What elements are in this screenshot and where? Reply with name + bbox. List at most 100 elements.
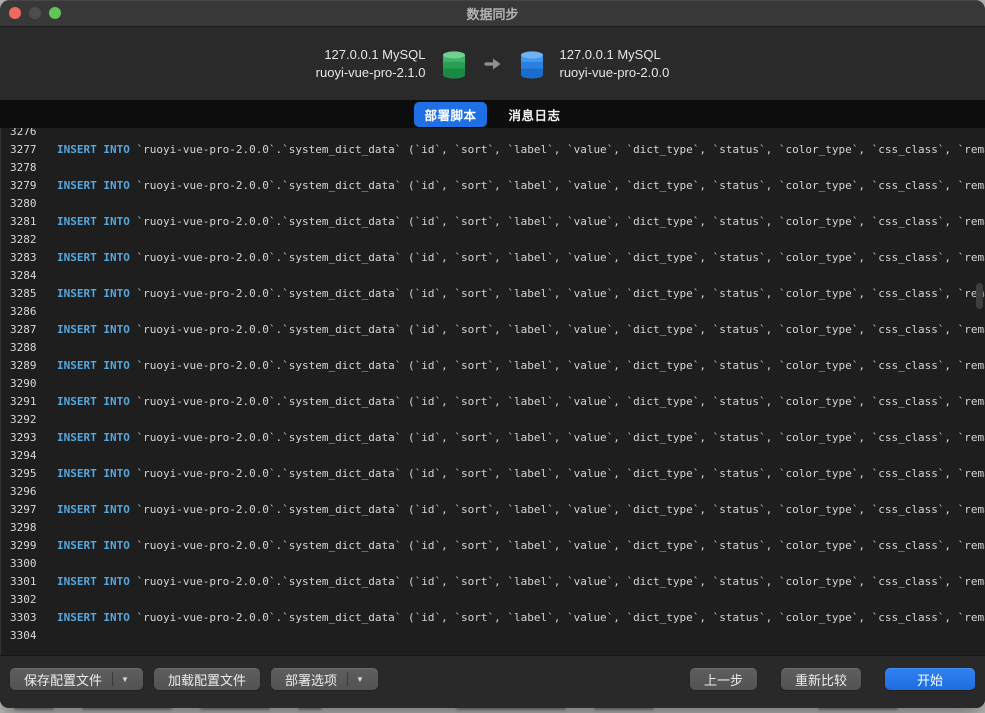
line-number: 3285 <box>1 285 41 303</box>
line-number: 3295 <box>1 465 41 483</box>
sql-statement: INSERT INTO `ruoyi-vue-pro-2.0.0`.`syste… <box>41 143 985 156</box>
start-label: 开始 <box>917 670 943 689</box>
sql-statement: INSERT INTO `ruoyi-vue-pro-2.0.0`.`syste… <box>41 215 985 228</box>
line-number: 3291 <box>1 393 41 411</box>
code-line: 3289INSERT INTO `ruoyi-vue-pro-2.0.0`.`s… <box>1 357 985 375</box>
code-line: 3303INSERT INTO `ruoyi-vue-pro-2.0.0`.`s… <box>1 609 985 627</box>
code-line: 3290 <box>1 375 985 393</box>
line-number: 3301 <box>1 573 41 591</box>
data-sync-window: 数据同步 127.0.0.1 MySQL ruoyi-vue-pro-2.1.0 <box>0 0 985 708</box>
code-line: 3300 <box>1 555 985 573</box>
code-line: 3281INSERT INTO `ruoyi-vue-pro-2.0.0`.`s… <box>1 213 985 231</box>
line-number: 3283 <box>1 249 41 267</box>
sql-statement: INSERT INTO `ruoyi-vue-pro-2.0.0`.`syste… <box>41 287 985 300</box>
tab-message-log[interactable]: 消息日志 <box>499 102 571 127</box>
line-number: 3294 <box>1 447 41 465</box>
code-line: 3294 <box>1 447 985 465</box>
line-number: 3286 <box>1 303 41 321</box>
database-blue-icon <box>517 48 547 80</box>
database-green-icon <box>439 48 469 80</box>
sql-statement: INSERT INTO `ruoyi-vue-pro-2.0.0`.`syste… <box>41 323 985 336</box>
load-config-button[interactable]: 加载配置文件 <box>154 668 260 690</box>
sql-statement: INSERT INTO `ruoyi-vue-pro-2.0.0`.`syste… <box>41 467 985 480</box>
close-window-icon[interactable] <box>9 7 21 19</box>
code-line: 3293INSERT INTO `ruoyi-vue-pro-2.0.0`.`s… <box>1 429 985 447</box>
line-number: 3304 <box>1 627 41 645</box>
code-line: 3277INSERT INTO `ruoyi-vue-pro-2.0.0`.`s… <box>1 141 985 159</box>
code-line: 3278 <box>1 159 985 177</box>
code-line: 3284 <box>1 267 985 285</box>
vertical-scrollbar[interactable] <box>976 283 983 309</box>
code-line: 3296 <box>1 483 985 501</box>
sql-statement: INSERT INTO `ruoyi-vue-pro-2.0.0`.`syste… <box>41 359 985 372</box>
line-number: 3297 <box>1 501 41 519</box>
target-connection: 127.0.0.1 MySQL ruoyi-vue-pro-2.0.0 <box>560 46 670 82</box>
sql-statement: INSERT INTO `ruoyi-vue-pro-2.0.0`.`syste… <box>41 179 985 192</box>
previous-step-button[interactable]: 上一步 <box>690 668 757 690</box>
line-number: 3284 <box>1 267 41 285</box>
line-number: 3281 <box>1 213 41 231</box>
code-line: 3298 <box>1 519 985 537</box>
line-number: 3280 <box>1 195 41 213</box>
line-number: 3296 <box>1 483 41 501</box>
chevron-down-icon[interactable]: ▼ <box>113 675 129 684</box>
code-line: 3288 <box>1 339 985 357</box>
line-number: 3276 <box>1 128 41 141</box>
line-number: 3277 <box>1 141 41 159</box>
code-line: 3282 <box>1 231 985 249</box>
footer-toolbar: 保存配置文件 ▼ 加载配置文件 部署选项 ▼ 上一步 重新比较 开始 <box>0 655 985 708</box>
line-number: 3293 <box>1 429 41 447</box>
source-connection: 127.0.0.1 MySQL ruoyi-vue-pro-2.1.0 <box>316 46 426 82</box>
previous-step-label: 上一步 <box>704 670 743 689</box>
code-line: 3287INSERT INTO `ruoyi-vue-pro-2.0.0`.`s… <box>1 321 985 339</box>
deploy-options-button[interactable]: 部署选项 ▼ <box>271 668 378 690</box>
source-host: 127.0.0.1 MySQL <box>316 46 426 64</box>
line-number: 3303 <box>1 609 41 627</box>
script-editor[interactable]: 32763277INSERT INTO `ruoyi-vue-pro-2.0.0… <box>0 128 985 655</box>
target-database: ruoyi-vue-pro-2.0.0 <box>560 64 670 82</box>
sql-statement: INSERT INTO `ruoyi-vue-pro-2.0.0`.`syste… <box>41 431 985 444</box>
chevron-down-icon[interactable]: ▼ <box>348 675 364 684</box>
title-bar: 数据同步 <box>0 0 985 27</box>
line-number: 3292 <box>1 411 41 429</box>
recompare-button[interactable]: 重新比较 <box>781 668 861 690</box>
code-line: 3283INSERT INTO `ruoyi-vue-pro-2.0.0`.`s… <box>1 249 985 267</box>
start-button[interactable]: 开始 <box>885 668 975 690</box>
line-number: 3288 <box>1 339 41 357</box>
sql-statement: INSERT INTO `ruoyi-vue-pro-2.0.0`.`syste… <box>41 539 985 552</box>
code-line: 3304 <box>1 627 985 645</box>
config-button-group: 保存配置文件 ▼ 加载配置文件 部署选项 ▼ <box>10 668 378 690</box>
line-number: 3287 <box>1 321 41 339</box>
window-title: 数据同步 <box>0 4 985 23</box>
tab-bar: 部署脚本 消息日志 <box>0 100 985 128</box>
code-line: 3302 <box>1 591 985 609</box>
code-line: 3301INSERT INTO `ruoyi-vue-pro-2.0.0`.`s… <box>1 573 985 591</box>
target-host: 127.0.0.1 MySQL <box>560 46 670 64</box>
sql-statement: INSERT INTO `ruoyi-vue-pro-2.0.0`.`syste… <box>41 575 985 588</box>
minimize-window-icon[interactable] <box>29 7 41 19</box>
line-number: 3298 <box>1 519 41 537</box>
code-line: 3297INSERT INTO `ruoyi-vue-pro-2.0.0`.`s… <box>1 501 985 519</box>
line-number: 3278 <box>1 159 41 177</box>
save-config-button[interactable]: 保存配置文件 ▼ <box>10 668 143 690</box>
connection-header: 127.0.0.1 MySQL ruoyi-vue-pro-2.1.0 <box>0 27 985 100</box>
source-database: ruoyi-vue-pro-2.1.0 <box>316 64 426 82</box>
code-line: 3292 <box>1 411 985 429</box>
line-number: 3302 <box>1 591 41 609</box>
sql-statement: INSERT INTO `ruoyi-vue-pro-2.0.0`.`syste… <box>41 503 985 516</box>
code-line: 3286 <box>1 303 985 321</box>
zoom-window-icon[interactable] <box>49 7 61 19</box>
code-line: 3279INSERT INTO `ruoyi-vue-pro-2.0.0`.`s… <box>1 177 985 195</box>
deploy-options-label: 部署选项 <box>285 670 337 689</box>
line-number: 3279 <box>1 177 41 195</box>
code-line: 3285INSERT INTO `ruoyi-vue-pro-2.0.0`.`s… <box>1 285 985 303</box>
sql-statement: INSERT INTO `ruoyi-vue-pro-2.0.0`.`syste… <box>41 611 985 624</box>
load-config-label: 加载配置文件 <box>168 670 246 689</box>
sql-statement: INSERT INTO `ruoyi-vue-pro-2.0.0`.`syste… <box>41 251 985 264</box>
code-line: 3291INSERT INTO `ruoyi-vue-pro-2.0.0`.`s… <box>1 393 985 411</box>
line-number: 3289 <box>1 357 41 375</box>
sql-statement: INSERT INTO `ruoyi-vue-pro-2.0.0`.`syste… <box>41 395 985 408</box>
action-button-group: 上一步 重新比较 开始 <box>690 668 975 690</box>
line-number: 3282 <box>1 231 41 249</box>
tab-deploy-script[interactable]: 部署脚本 <box>414 102 486 127</box>
